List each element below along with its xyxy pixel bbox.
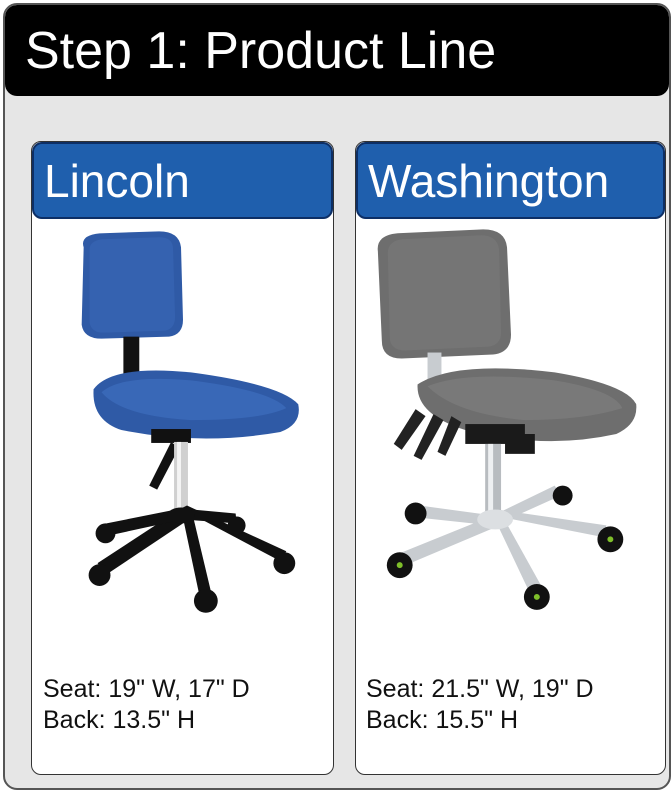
- blue-chair-image[interactable]: [32, 224, 333, 644]
- product-name: Lincoln: [44, 154, 190, 207]
- product-card-header[interactable]: Washington: [356, 142, 665, 219]
- seat-dimensions: Seat: 21.5" W, 19" D: [366, 675, 594, 703]
- back-dimensions: Back: 13.5" H: [43, 706, 196, 734]
- page-title: Step 1: Product Line: [25, 21, 497, 80]
- back-dimensions: Back: 15.5" H: [366, 706, 519, 734]
- product-name: Washington: [368, 154, 610, 207]
- product-card-lincoln[interactable]: Lincoln Seat: 19" W, 17" D Back: 13.5" H: [31, 141, 334, 775]
- seat-dimensions: Seat: 19" W, 17" D: [43, 675, 250, 703]
- product-specs: Seat: 21.5" W, 19" D Back: 15.5" H: [366, 674, 594, 736]
- product-specs: Seat: 19" W, 17" D Back: 13.5" H: [43, 674, 250, 736]
- product-card-washington[interactable]: Washington Seat: 21.5" W, 19" D Back: 15…: [355, 141, 666, 775]
- product-card-header[interactable]: Lincoln: [32, 142, 333, 219]
- gray-chair-image[interactable]: [356, 224, 665, 644]
- product-line-panel: Step 1: Product Line Lincoln Seat: 19" W…: [3, 3, 671, 790]
- panel-header: Step 1: Product Line: [5, 5, 669, 96]
